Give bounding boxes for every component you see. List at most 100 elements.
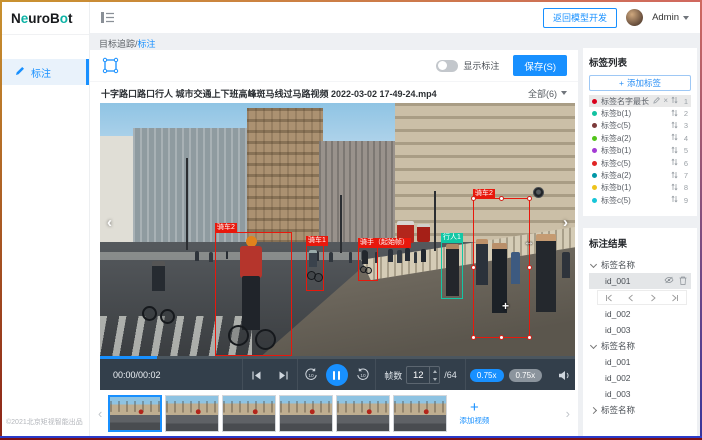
resize-handle[interactable] [499, 335, 504, 340]
result-id-selected[interactable]: id_001 [589, 273, 691, 289]
speed-button-active[interactable]: 0.75x [470, 369, 504, 382]
label-row[interactable]: 标签a(2) 4 [589, 132, 691, 144]
bounding-box-tool-icon[interactable] [101, 56, 120, 75]
sidebar-item-annotate[interactable]: 标注 [2, 59, 89, 85]
label-row[interactable]: 标签b(1) 8 [589, 182, 691, 194]
frame-controls: 帧数 /64 [375, 359, 465, 391]
annotation-box[interactable]: 骑手（起始帧） [358, 247, 378, 281]
breadcrumb-parent[interactable]: 目标追踪 [99, 39, 135, 49]
show-annotation-toggle[interactable] [436, 60, 458, 72]
annotation-box[interactable]: 行人1 [441, 242, 463, 299]
frame-number-input-wrap [406, 366, 440, 384]
video-thumbnail[interactable] [279, 395, 333, 432]
edit-icon[interactable] [653, 97, 660, 106]
add-label-button[interactable]: + 添加标签 [589, 75, 691, 91]
user-menu[interactable]: Admin [652, 12, 689, 23]
label-row[interactable]: 标签b(1) 2 [589, 107, 691, 119]
video-thumbnail[interactable] [222, 395, 276, 432]
forward-10-icon[interactable]: 10 [356, 368, 370, 382]
trash-icon[interactable] [679, 276, 687, 287]
result-id-row[interactable]: id_003 [589, 322, 691, 338]
pager-last-icon[interactable] [671, 294, 679, 302]
pager-next-icon[interactable] [649, 294, 657, 302]
sort-icon[interactable] [671, 96, 678, 106]
resize-handle[interactable] [471, 265, 476, 270]
resize-handle[interactable] [471, 196, 476, 201]
resize-handle[interactable] [527, 196, 532, 201]
resize-handle[interactable] [499, 196, 504, 201]
result-id: id_003 [605, 389, 631, 399]
result-group-collapsed[interactable]: 标签名称 [589, 402, 691, 418]
stepper-up-icon[interactable] [430, 367, 439, 375]
filmstrip-next-icon[interactable]: › [563, 406, 573, 421]
label-row-selected[interactable]: 标签名字最长数... × 1 [589, 95, 691, 107]
result-group[interactable]: 标签名称 [589, 257, 691, 273]
result-id-row[interactable]: id_002 [589, 370, 691, 386]
sort-icon[interactable] [671, 133, 678, 143]
volume-icon[interactable] [558, 370, 571, 381]
stepper-down-icon[interactable] [430, 375, 439, 383]
sort-icon[interactable] [671, 109, 678, 119]
label-order-number: 8 [682, 183, 688, 192]
label-row[interactable]: 标签b(1) 5 [589, 145, 691, 157]
sidebar: NeuroBot 标注 ©2021北京矩视智能出品 [2, 2, 90, 436]
result-group[interactable]: 标签名称 [589, 338, 691, 354]
prev-frame-arrow[interactable]: ‹ [107, 215, 112, 230]
workspace-card: 显示标注 保存(S) 十字路口路口行人 城市交通上下班高峰斑马线过马路视频 20… [90, 50, 578, 436]
add-video-button[interactable]: + 添加视频 [452, 392, 496, 434]
sidebar-item-label: 标注 [31, 65, 51, 80]
result-id-row[interactable]: id_001 [589, 354, 691, 370]
pager-first-icon[interactable] [605, 294, 613, 302]
delete-icon[interactable]: × [663, 97, 668, 105]
sort-icon[interactable] [671, 158, 678, 168]
skip-to-end-icon[interactable] [278, 370, 289, 381]
hide-eye-icon[interactable] [664, 276, 674, 287]
resize-handle[interactable] [471, 335, 476, 340]
replay-10-icon[interactable]: 10 [304, 368, 318, 382]
avatar[interactable] [626, 9, 643, 26]
annotation-box[interactable]: 骑车2 [215, 232, 292, 356]
label-color-dot [592, 198, 597, 203]
back-to-model-dev-button[interactable]: 返回模型开发 [543, 8, 617, 28]
speed-button[interactable]: 0.75x [509, 369, 543, 382]
scene-lamp-post [434, 191, 436, 251]
result-id: id_003 [605, 325, 631, 335]
resize-handle[interactable] [527, 335, 532, 340]
sort-icon[interactable] [671, 171, 678, 181]
video-thumbnail-selected[interactable] [108, 395, 162, 432]
video-thumbnail[interactable] [393, 395, 447, 432]
label-row[interactable]: 标签a(2) 7 [589, 169, 691, 181]
sort-icon[interactable] [671, 195, 678, 205]
result-id-row[interactable]: id_002 [589, 306, 691, 322]
frame-number-input[interactable] [407, 367, 429, 383]
label-name: 标签c(5) [601, 195, 667, 206]
video-frame[interactable]: 骑车2 骑车1 骑手（起始帧） 行人1 骑车2 [100, 103, 575, 356]
sort-icon[interactable] [671, 121, 678, 131]
filmstrip-prev-icon[interactable]: ‹ [95, 406, 105, 421]
result-id-row[interactable]: id_003 [589, 386, 691, 402]
sort-icon[interactable] [671, 146, 678, 156]
label-row[interactable]: 标签c(5) 9 [589, 194, 691, 206]
annotation-box-label: 骑手（起始帧） [358, 238, 411, 248]
filter-all-dropdown[interactable]: 全部(6) [522, 87, 567, 100]
video-thumbnail[interactable] [165, 395, 219, 432]
resize-handle[interactable] [527, 265, 532, 270]
box-action-button[interactable] [533, 187, 544, 198]
scene-bike-wheel [142, 306, 157, 321]
annotation-box[interactable]: 骑车1 [306, 245, 324, 291]
label-row[interactable]: 标签c(5) 6 [589, 157, 691, 169]
video-thumbnail[interactable] [336, 395, 390, 432]
save-button[interactable]: 保存(S) [513, 55, 567, 76]
next-frame-arrow[interactable]: › [563, 215, 568, 230]
pager-prev-icon[interactable] [627, 294, 635, 302]
annotation-box-selected[interactable]: 骑车2 [473, 198, 530, 338]
result-id: id_001 [605, 357, 631, 367]
label-row[interactable]: 标签c(5) 3 [589, 120, 691, 132]
sort-icon[interactable] [671, 183, 678, 193]
skip-to-start-icon[interactable] [251, 370, 262, 381]
video-progress-bar[interactable] [100, 356, 575, 359]
pause-button[interactable] [326, 364, 348, 386]
breadcrumb: 目标追踪/标注 [99, 37, 156, 50]
logo-letter: t [68, 11, 73, 26]
collapse-menu-icon[interactable] [101, 12, 114, 23]
